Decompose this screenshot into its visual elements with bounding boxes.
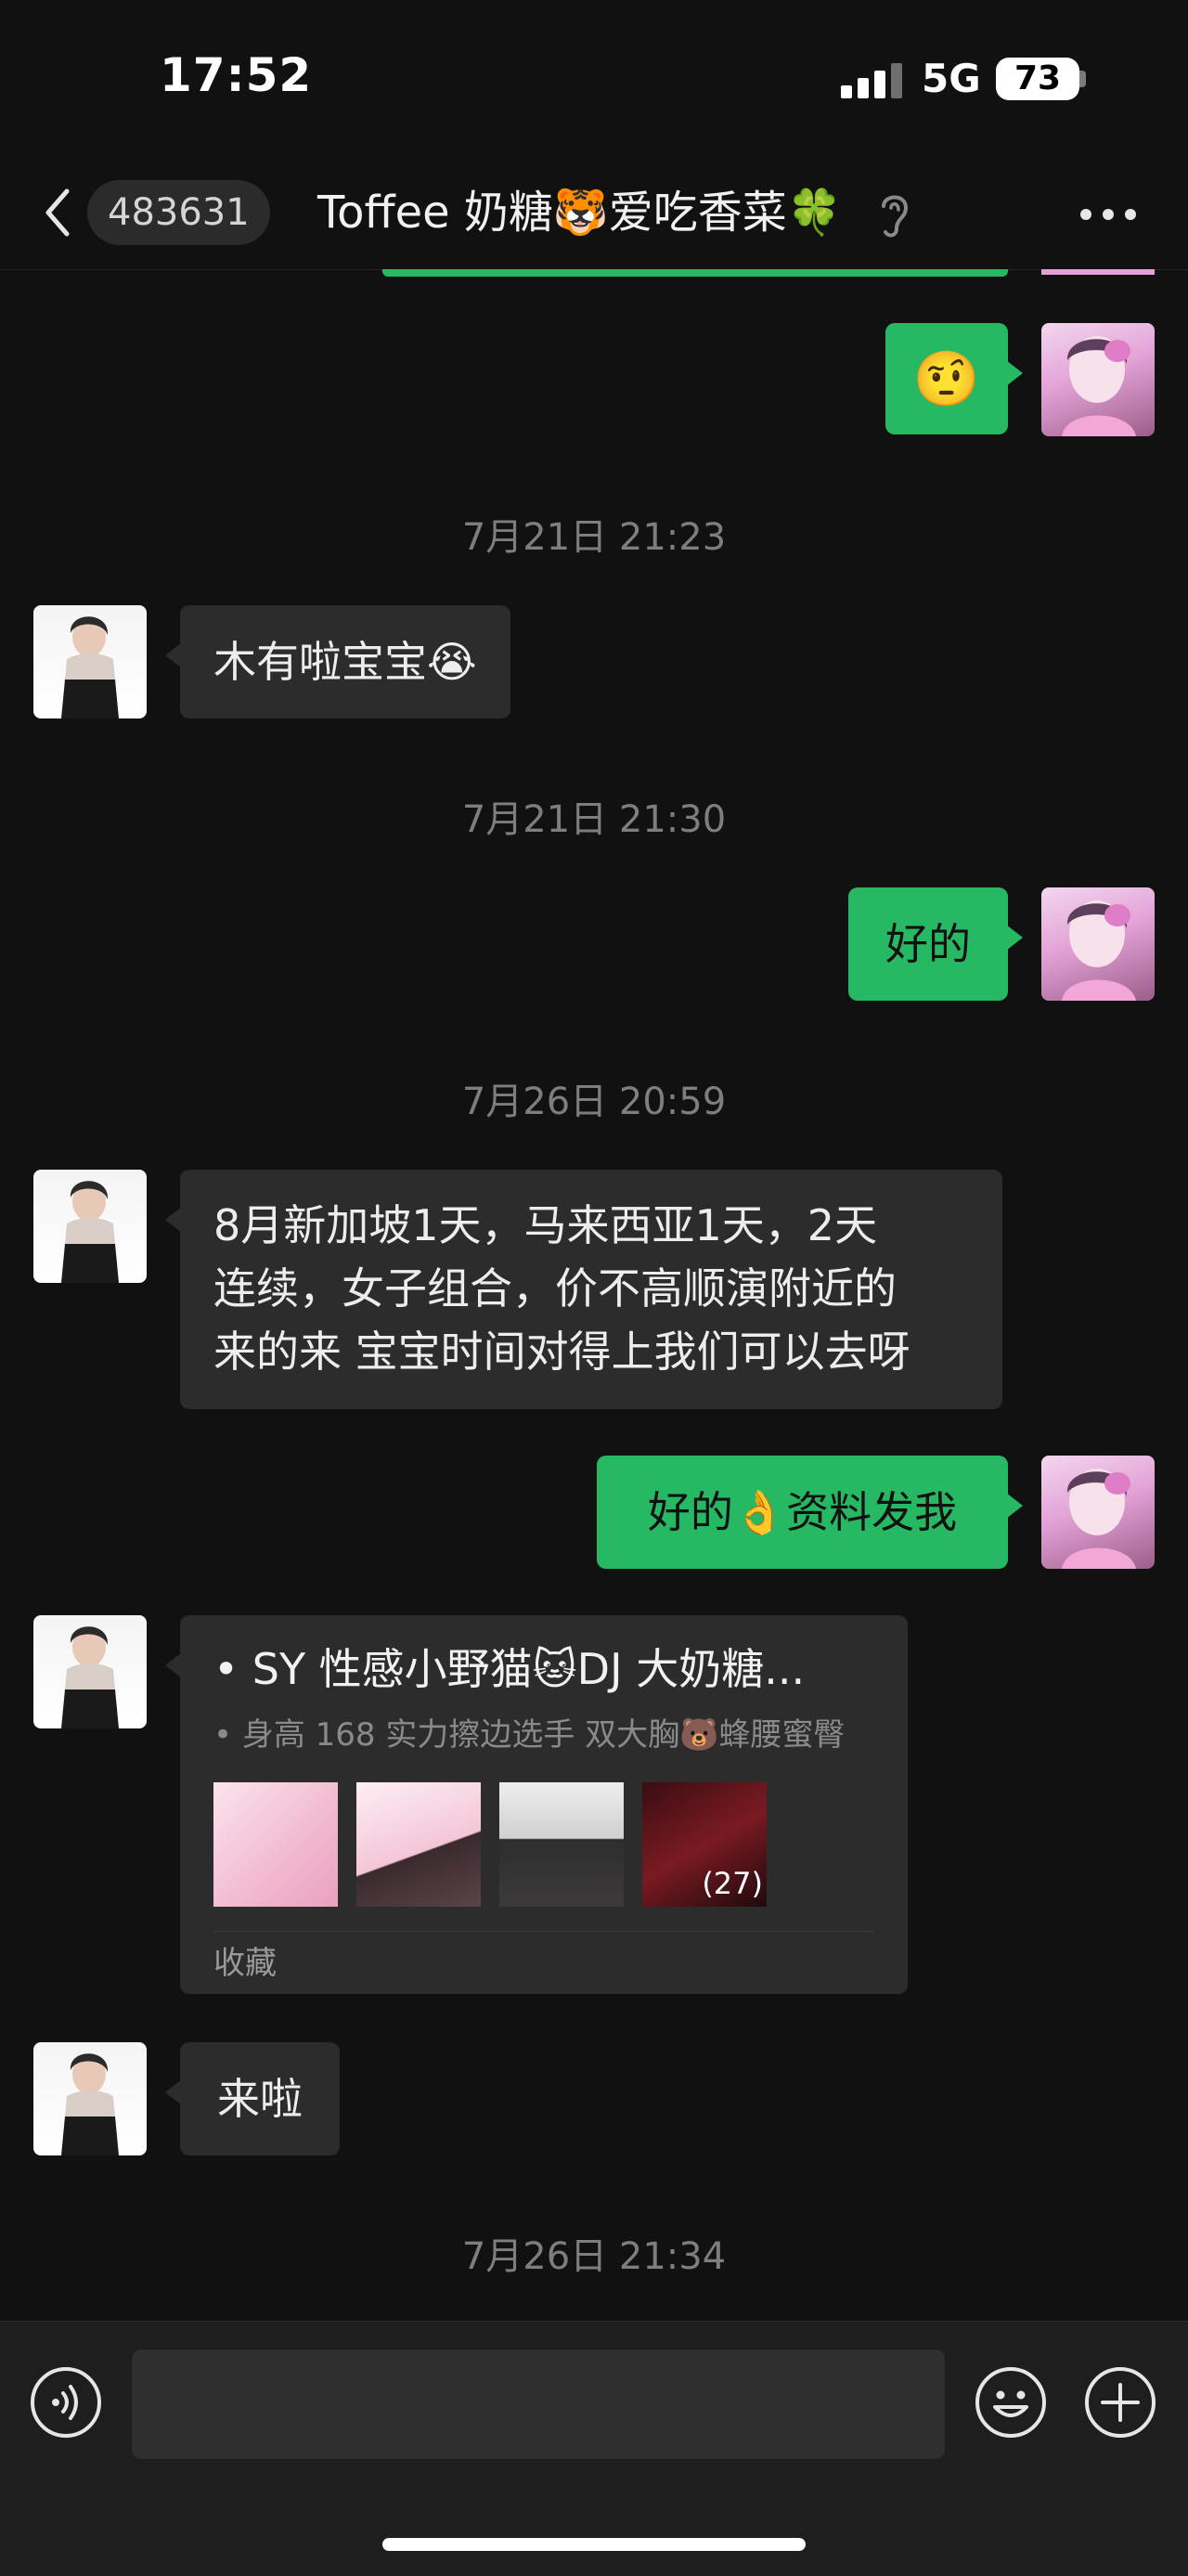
status-bar: 17:52 5G 73 [0,0,1188,158]
avatar-portrait-icon [61,1181,119,1283]
timestamp: 7月26日 20:59 [461,1081,727,1123]
card-thumbnail [356,1782,481,1907]
sent-message[interactable]: 好的 [848,887,1023,1001]
more-images-count: (27) [702,1866,763,1901]
message-list[interactable]: 🤨 7月21日 21:23 木有啦宝宝😭 7月21日 21:30 好的 7月26… [0,269,1188,2321]
message-text: 好的👌资料发我 [647,1487,958,1537]
previous-avatar-edge [1041,269,1155,275]
message-input[interactable] [132,2349,945,2459]
message-line: 连续，女子组合，价不高顺演附近的 [213,1263,897,1314]
message-text: 来啦 [217,2074,303,2124]
message-text: 木有啦宝宝😭 [213,637,477,687]
sent-message[interactable]: 🤨 [885,323,1023,434]
avatar-portrait-icon [61,2053,119,2155]
unread-count-badge[interactable]: 483631 [87,180,270,245]
message-text: 好的 [885,919,971,969]
status-time: 17:52 [160,48,313,102]
card-thumbnail [213,1782,338,1907]
card-subtitle: • 身高 168 实力擦边选手 双大胸🐻蜂腰蜜臀 [213,1716,846,1754]
voice-icon[interactable] [30,2366,102,2439]
chat-header: 483631 Toffee 奶糖🐯爱吃香菜🍀 [0,158,1188,270]
my-avatar[interactable] [1041,323,1155,436]
previous-message-edge [382,269,1008,277]
avatar-portrait-icon [61,616,119,718]
contact-avatar[interactable] [33,605,147,718]
divider [213,1931,874,1932]
chat-title: Toffee 奶糖🐯爱吃香菜🍀 [317,187,843,239]
sent-message[interactable]: 好的👌资料发我 [597,1456,1023,1569]
contact-avatar[interactable] [33,1170,147,1283]
ear-icon [882,195,909,238]
timestamp: 7月21日 21:23 [461,516,727,559]
timestamp: 7月26日 21:34 [461,2235,727,2278]
plus-icon[interactable] [1084,2366,1156,2439]
card-thumbnail [499,1782,624,1907]
card-source-label: 收藏 [213,1945,277,1982]
message-line: 8月新加坡1天，马来西亚1天，2天 [213,1200,878,1250]
my-avatar[interactable] [1041,887,1155,1001]
avatar-portrait-icon [61,1626,119,1728]
avatar-portrait-icon [1062,1469,1136,1569]
card-thumbnail: (27) [642,1782,767,1907]
ellipsis-icon[interactable] [1078,204,1138,225]
signal-icon [841,63,902,98]
received-message[interactable]: 木有啦宝宝😭 [165,605,510,718]
my-avatar[interactable] [1041,1456,1155,1569]
favorites-card-message[interactable]: • SY 性感小野猫🐱DJ 大奶糖... • 身高 168 实力擦边选手 双大胸… [165,1615,908,1994]
received-message[interactable]: 8月新加坡1天，马来西亚1天，2天 连续，女子组合，价不高顺演附近的 来的来 宝… [165,1170,1002,1409]
home-indicator[interactable] [382,2538,806,2551]
chevron-left-icon[interactable] [37,180,78,245]
contact-avatar[interactable] [33,1615,147,1728]
battery-tip [1079,71,1086,87]
received-message[interactable]: 来啦 [165,2042,340,2155]
timestamp: 7月21日 21:30 [461,798,727,841]
network-type: 5G [922,56,981,101]
smiley-icon[interactable] [975,2366,1047,2439]
card-title: • SY 性感小野猫🐱DJ 大奶糖... [213,1644,806,1694]
avatar-portrait-icon [1062,900,1136,1001]
avatar-portrait-icon [1062,336,1136,436]
thinking-face-emoji: 🤨 [912,347,981,410]
message-line: 来的来 宝宝时间对得上我们可以去呀 [213,1327,910,1377]
contact-avatar[interactable] [33,2042,147,2155]
battery-icon: 73 [996,58,1079,100]
